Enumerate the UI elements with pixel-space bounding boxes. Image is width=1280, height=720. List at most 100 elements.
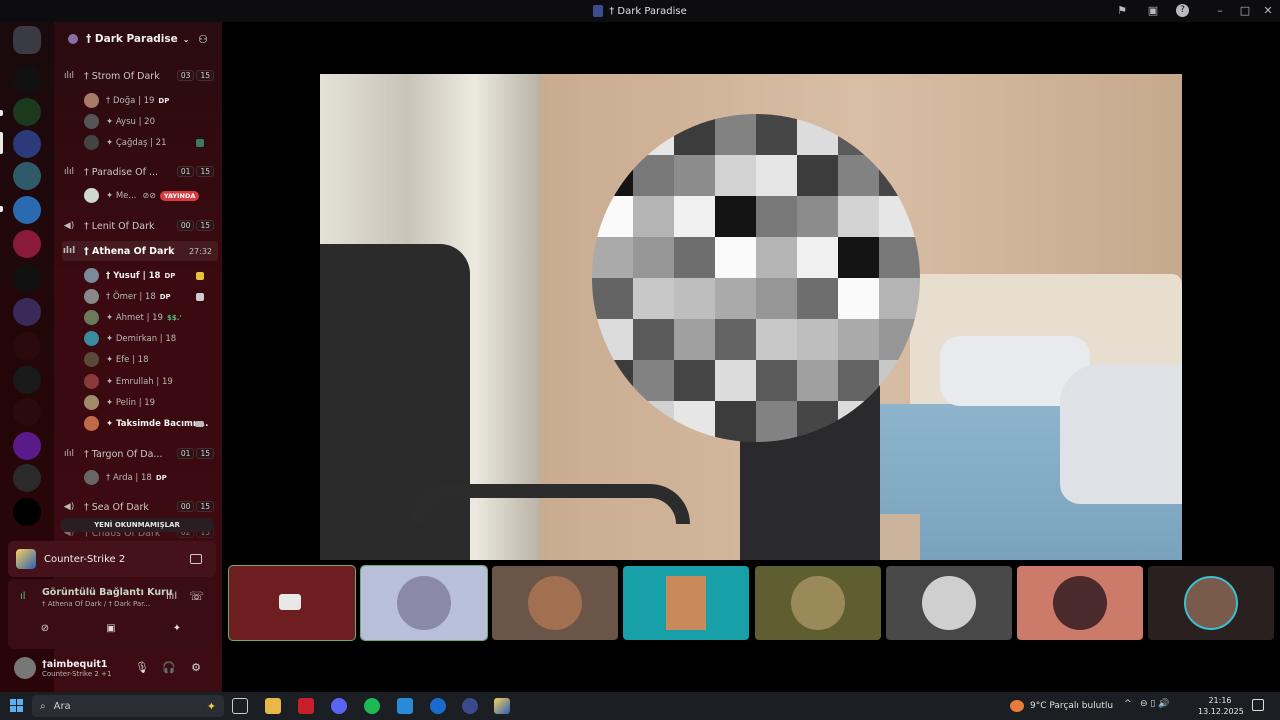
server-header[interactable]: † Dark Paradise ⌄ ⚇ [54, 22, 222, 56]
microphone-icon[interactable]: 🎙 [134, 660, 150, 676]
mosaic-cell [633, 155, 674, 196]
channel-user-count: 00 15 [176, 220, 214, 231]
member-name: ✦ Pelin | 19 [106, 397, 156, 408]
server-icon[interactable] [13, 196, 41, 224]
close-button[interactable]: ✕ [1260, 3, 1276, 19]
voice-member[interactable]: ✦ Pelin | 19 [84, 393, 214, 412]
server-icon[interactable] [13, 230, 41, 258]
discord-home-icon[interactable] [13, 26, 41, 54]
headphones-icon[interactable]: 🎧 [161, 660, 177, 676]
task-view-icon[interactable] [232, 698, 248, 714]
server-icon[interactable] [13, 432, 41, 460]
voice-channel-athena[interactable]: ılıl † Athena Of Dark 27:32 [62, 241, 218, 261]
discord-taskbar-icon[interactable] [331, 698, 347, 714]
voice-member[interactable]: ✦ Çağdaş | 21 [84, 133, 214, 152]
server-icon[interactable] [13, 162, 41, 190]
participant-tile[interactable] [1148, 566, 1274, 640]
server-icon[interactable] [13, 98, 41, 126]
server-icon[interactable] [13, 332, 41, 360]
file-explorer-icon[interactable] [265, 698, 281, 714]
voice-member[interactable]: ✦ Ahmet | 19 $$.' [84, 308, 214, 327]
counter-strike-taskbar-icon[interactable] [494, 698, 510, 714]
voice-channel-targon[interactable]: ılıl † Targon Of Da... 01 15 [62, 444, 218, 464]
screen-share-button[interactable]: ▣ [86, 619, 136, 639]
server-icon[interactable] [13, 66, 41, 94]
mosaic-cell [674, 360, 715, 401]
mosaic-cell [592, 278, 633, 319]
participant-tile[interactable] [623, 566, 749, 640]
voice-member[interactable]: † Doğa | 19 DP [84, 91, 214, 110]
voice-member[interactable]: ✦ Demirkan | 18 [84, 329, 214, 348]
featured-video-stream[interactable] [320, 74, 1182, 560]
minimize-button[interactable]: – [1212, 3, 1228, 19]
user-info[interactable]: †aimbequit1 Counter-Strike 2 +1 [42, 659, 111, 678]
mosaic-cell [715, 155, 756, 196]
taskbar-clock[interactable]: 21:16 13.12.2025 [1198, 695, 1244, 717]
participant-tile[interactable] [886, 566, 1012, 640]
voice-member[interactable]: † Yusuf | 18 DP [84, 266, 214, 285]
voice-channel-paradise[interactable]: ılıl † Paradise Of ... 01 15 [62, 162, 218, 182]
server-icon[interactable] [13, 130, 41, 158]
tray-chevron-icon[interactable]: ^ [1124, 699, 1132, 709]
server-icon[interactable] [13, 298, 41, 326]
taskbar-search[interactable]: ⌕ Ara ✦ [32, 695, 224, 717]
user-avatar[interactable] [14, 657, 36, 679]
member-badge: DP [164, 271, 176, 280]
voice-member[interactable]: ✦ Efe | 18 [84, 350, 214, 369]
mosaic-cell [592, 237, 633, 278]
camera-off-button[interactable]: ⊘ [20, 619, 70, 639]
invite-people-icon[interactable]: ⚇ [198, 33, 208, 46]
inbox-icon[interactable]: ⚑ [1114, 3, 1130, 19]
participant-tile[interactable] [492, 566, 618, 640]
participant-tile[interactable] [1017, 566, 1143, 640]
steam-icon[interactable] [462, 698, 478, 714]
participant-tile-self[interactable] [228, 565, 356, 641]
participant-tile[interactable] [755, 566, 881, 640]
member-badge: DP [155, 473, 167, 482]
channel-user-count: 01 15 [176, 448, 214, 459]
windows-start-icon[interactable] [10, 699, 23, 712]
voice-member[interactable]: ✦ Emrullah | 19 [84, 372, 214, 391]
tray-icons[interactable]: ⊖ ▯ 🔊 [1140, 699, 1169, 709]
activity-icon [196, 292, 204, 301]
server-icon[interactable] [13, 498, 41, 526]
voice-channel-strom[interactable]: ılıl † Strom Of Dark 03 15 [62, 66, 218, 86]
activities-button[interactable]: ✦ [152, 619, 202, 639]
window-titlebar: † Dark Paradise [0, 0, 1280, 22]
settings-gear-icon[interactable]: ⚙ [188, 660, 204, 676]
server-icon[interactable] [13, 464, 41, 492]
app-icon[interactable] [430, 698, 446, 714]
voice-channel-sea[interactable]: ◀) † Sea Of Dark 00 15 [62, 497, 218, 517]
voice-member[interactable]: ✦ Me... ⊘⊘ YAYINDA [84, 186, 214, 205]
voice-member[interactable]: ✦ Taksimde Bacımı ... [84, 414, 214, 433]
noise-suppression-icon[interactable]: ılıl [166, 591, 177, 602]
mosaic-cell [756, 237, 797, 278]
maximize-button[interactable]: □ [1237, 3, 1253, 19]
disconnect-icon[interactable]: ☏ [189, 589, 204, 603]
spotify-icon[interactable] [364, 698, 380, 714]
server-icon[interactable] [13, 366, 41, 394]
server-icon[interactable] [13, 398, 41, 426]
voice-location[interactable]: † Athena Of Dark / † Dark Par... [42, 600, 150, 608]
participant-avatar [1053, 576, 1107, 630]
unread-messages-pill[interactable]: YENİ OKUNMAMIŞLAR [60, 518, 214, 532]
user-status: Counter-Strike 2 +1 [42, 669, 112, 678]
member-badge: DP [158, 96, 170, 105]
participant-tile[interactable] [360, 565, 488, 641]
mosaic-cell [715, 237, 756, 278]
opera-gx-icon[interactable] [298, 698, 314, 714]
voice-status[interactable]: Görüntülü Bağlantı Kuru [42, 587, 173, 598]
weather-widget[interactable]: 9°C Parçalı bulutlu [1010, 700, 1113, 712]
voice-member[interactable]: ✦ Aysu | 20 [84, 112, 214, 131]
voice-member[interactable]: † Arda | 18 DP [84, 468, 214, 487]
game-activity-card[interactable]: Counter-Strike 2 [8, 541, 216, 577]
help-icon[interactable]: ? [1176, 4, 1189, 17]
server-icon[interactable] [13, 264, 41, 292]
game-overlay-icon[interactable] [190, 554, 202, 564]
voice-member[interactable]: † Ömer | 18 DP [84, 287, 214, 306]
member-name: † Arda | 18 [106, 472, 152, 483]
notifications-icon[interactable] [1252, 699, 1264, 711]
voice-channel-lenit[interactable]: ◀) † Lenit Of Dark 00 15 [62, 216, 218, 236]
app-icon[interactable] [397, 698, 413, 714]
screen-share-icon[interactable]: ▣ [1145, 3, 1161, 19]
